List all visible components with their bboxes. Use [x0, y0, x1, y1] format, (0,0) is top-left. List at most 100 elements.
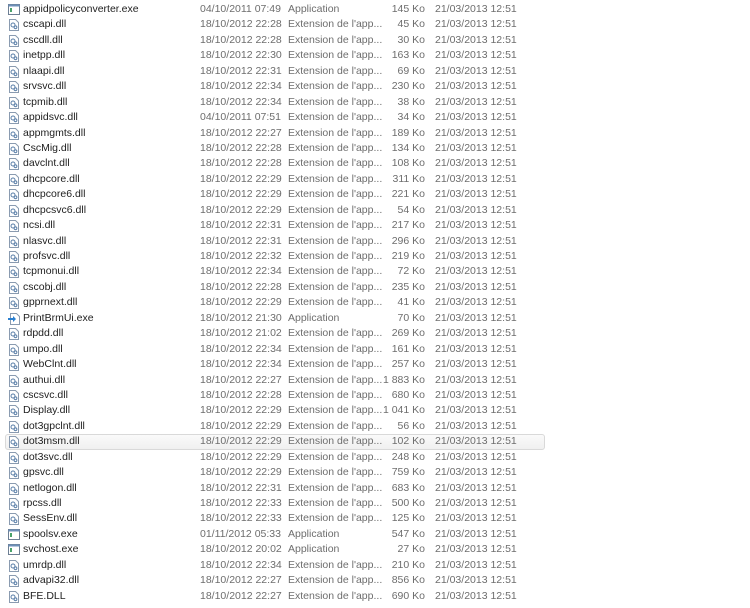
- file-row[interactable]: CscMig.dll 18/10/2012 22:28 Extension de l…: [0, 141, 750, 156]
- file-date: 18/10/2012 22:27: [200, 574, 282, 587]
- file-row[interactable]: cscsvc.dll 18/10/2012 22:28 Extension de l…: [0, 388, 750, 403]
- file-modified: 21/03/2013 12:51: [435, 64, 517, 77]
- file-row[interactable]: dhcpcsvc6.dll 18/10/2012 22:29 Extension d…: [0, 203, 750, 218]
- file-row[interactable]: dot3msm.dll 18/10/2012 22:29 Extension de …: [0, 434, 750, 451]
- file-row[interactable]: ncsi.dll 18/10/2012 22:31 Extension de l'a…: [0, 218, 750, 233]
- file-size: 500 Ko: [391, 497, 425, 509]
- file-date: 18/10/2012 22:32: [200, 250, 282, 262]
- file-date: 18/10/2012 22:27: [200, 589, 282, 602]
- file-row[interactable]: svchost.exe 18/10/2012 20:02 Application 27…: [0, 542, 750, 557]
- file-row[interactable]: dot3svc.dll 18/10/2012 22:29 Extension de …: [0, 450, 750, 465]
- dll-icon: [8, 50, 20, 63]
- file-size: 856 Ko: [391, 574, 425, 587]
- file-row[interactable]: cscdll.dll 18/10/2012 22:28 Extension de l…: [0, 33, 750, 48]
- file-name: cscapi.dll: [23, 18, 67, 31]
- file-size: 296 Ko: [391, 234, 425, 247]
- dll-icon: [8, 420, 20, 433]
- file-date: 18/10/2012 22:29: [200, 172, 282, 185]
- file-type: Extension de l'app...: [288, 435, 383, 448]
- file-modified: 21/03/2013 12:51: [435, 373, 517, 386]
- file-row[interactable]: tcpmib.dll 18/10/2012 22:34 Extension de l…: [0, 95, 750, 110]
- file-row[interactable]: umpo.dll 18/10/2012 22:34 Extension de l'a…: [0, 342, 750, 357]
- file-row[interactable]: nlasvc.dll 18/10/2012 22:31 Extension de l…: [0, 234, 750, 249]
- file-row[interactable]: advapi32.dll 18/10/2012 22:27 Extension de…: [0, 573, 750, 588]
- file-row[interactable]: srvsvc.dll 18/10/2012 22:34 Extension de l…: [0, 79, 750, 94]
- file-row[interactable]: umrdp.dll 18/10/2012 22:34 Extension de l'…: [0, 558, 750, 573]
- file-date: 18/10/2012 22:27: [200, 373, 282, 386]
- dll-icon: [8, 451, 20, 464]
- file-modified: 21/03/2013 12:51: [435, 327, 517, 340]
- file-row[interactable]: inetpp.dll 18/10/2012 22:30 Extension de l…: [0, 48, 750, 63]
- file-row[interactable]: SessEnv.dll 18/10/2012 22:33 Extension de …: [0, 511, 750, 526]
- file-row[interactable]: Display.dll 18/10/2012 22:29 Extension de …: [0, 403, 750, 418]
- file-modified: 21/03/2013 12:51: [435, 126, 517, 139]
- file-name: nlasvc.dll: [23, 234, 67, 247]
- dll-icon: [8, 19, 20, 32]
- file-type: Extension de l'app...: [288, 234, 383, 247]
- dll-icon: [8, 297, 20, 310]
- file-size: 547 Ko: [391, 527, 425, 540]
- file-size: 145 Ko: [391, 3, 425, 15]
- dll-icon: [8, 389, 20, 402]
- file-type: Extension de l'app...: [288, 404, 383, 417]
- file-name: dhcpcore.dll: [23, 172, 80, 185]
- file-name: dot3gpclnt.dll: [23, 419, 85, 432]
- file-size: 210 Ko: [391, 558, 425, 571]
- file-row[interactable]: nlaapi.dll 18/10/2012 22:31 Extension de l…: [0, 64, 750, 79]
- file-row[interactable]: BFE.DLL 18/10/2012 22:27 Extension de l'ap…: [0, 589, 750, 604]
- file-name: WebClnt.dll: [23, 358, 77, 371]
- file-row[interactable]: cscobj.dll 18/10/2012 22:28 Extension de l…: [0, 280, 750, 295]
- file-row[interactable]: PrintBrmUi.exe 18/10/2012 21:30 Applicatio…: [0, 311, 750, 326]
- file-row[interactable]: authui.dll 18/10/2012 22:27 Extension de l…: [0, 373, 750, 388]
- file-row[interactable]: appmgmts.dll 18/10/2012 22:27 Extension de…: [0, 126, 750, 141]
- file-size: 248 Ko: [391, 450, 425, 463]
- file-row[interactable]: gpsvc.dll 18/10/2012 22:29 Extension de l'…: [0, 465, 750, 480]
- file-date: 18/10/2012 20:02: [200, 543, 282, 556]
- file-modified: 21/03/2013 12:51: [435, 296, 517, 309]
- file-modified: 21/03/2013 12:51: [435, 234, 517, 247]
- file-date: 18/10/2012 22:34: [200, 95, 282, 108]
- file-modified: 21/03/2013 12:51: [435, 388, 517, 401]
- file-size: 108 Ko: [391, 157, 425, 170]
- dll-icon: [8, 513, 20, 526]
- file-size: 217 Ko: [391, 219, 425, 232]
- file-date: 18/10/2012 22:30: [200, 49, 282, 62]
- file-row[interactable]: rpcss.dll 18/10/2012 22:33 Extension de l'…: [0, 496, 750, 511]
- file-row[interactable]: dhcpcore6.dll 18/10/2012 22:29 Extension d…: [0, 187, 750, 202]
- file-date: 18/10/2012 22:29: [200, 296, 282, 309]
- file-type: Extension de l'app...: [288, 188, 383, 201]
- file-name: profsvc.dll: [23, 250, 71, 262]
- dll-icon: [8, 575, 20, 588]
- file-row[interactable]: cscapi.dll 18/10/2012 22:28 Extension de l…: [0, 17, 750, 32]
- file-modified: 21/03/2013 12:51: [435, 358, 517, 371]
- file-date: 04/10/2011 07:49: [200, 3, 281, 15]
- file-modified: 21/03/2013 12:51: [435, 250, 517, 262]
- file-row[interactable]: tcpmonui.dll 18/10/2012 22:34 Extension de…: [0, 264, 750, 279]
- file-name: cscsvc.dll: [23, 388, 68, 401]
- file-row[interactable]: netlogon.dll 18/10/2012 22:31 Extension de…: [0, 481, 750, 496]
- file-row[interactable]: appidsvc.dll 04/10/2011 07:51 Extension de…: [0, 110, 750, 125]
- file-date: 18/10/2012 22:31: [200, 64, 282, 77]
- file-name: umpo.dll: [23, 342, 63, 355]
- file-row[interactable]: dot3gpclnt.dll 18/10/2012 22:29 Extension …: [0, 419, 750, 434]
- file-date: 18/10/2012 22:28: [200, 18, 282, 31]
- file-row[interactable]: davclnt.dll 18/10/2012 22:28 Extension de …: [0, 156, 750, 171]
- file-modified: 21/03/2013 12:51: [435, 466, 517, 479]
- file-row[interactable]: gpprnext.dll 18/10/2012 22:29 Extension de…: [0, 295, 750, 310]
- file-row[interactable]: appidpolicyconverter.exe 04/10/2011 07:49…: [0, 2, 750, 17]
- file-row[interactable]: profsvc.dll 18/10/2012 22:32 Extension de …: [0, 249, 750, 264]
- file-row[interactable]: dhcpcore.dll 18/10/2012 22:29 Extension de…: [0, 172, 750, 187]
- file-row[interactable]: rdpdd.dll 18/10/2012 21:02 Extension de l'…: [0, 326, 750, 341]
- file-type: Extension de l'app...: [288, 296, 383, 309]
- file-row[interactable]: spoolsv.exe 01/11/2012 05:33 Application 54…: [0, 527, 750, 542]
- file-modified: 21/03/2013 12:51: [435, 450, 517, 463]
- file-type: Application: [288, 527, 340, 540]
- file-name: authui.dll: [23, 373, 66, 386]
- file-modified: 21/03/2013 12:51: [435, 80, 517, 93]
- file-size: 69 Ko: [397, 64, 425, 77]
- file-date: 18/10/2012 22:28: [200, 141, 282, 154]
- file-modified: 21/03/2013 12:51: [435, 543, 517, 556]
- file-type: Extension de l'app...: [288, 203, 383, 216]
- file-name: appidsvc.dll: [23, 111, 78, 124]
- file-row[interactable]: WebClnt.dll 18/10/2012 22:34 Extension de …: [0, 357, 750, 372]
